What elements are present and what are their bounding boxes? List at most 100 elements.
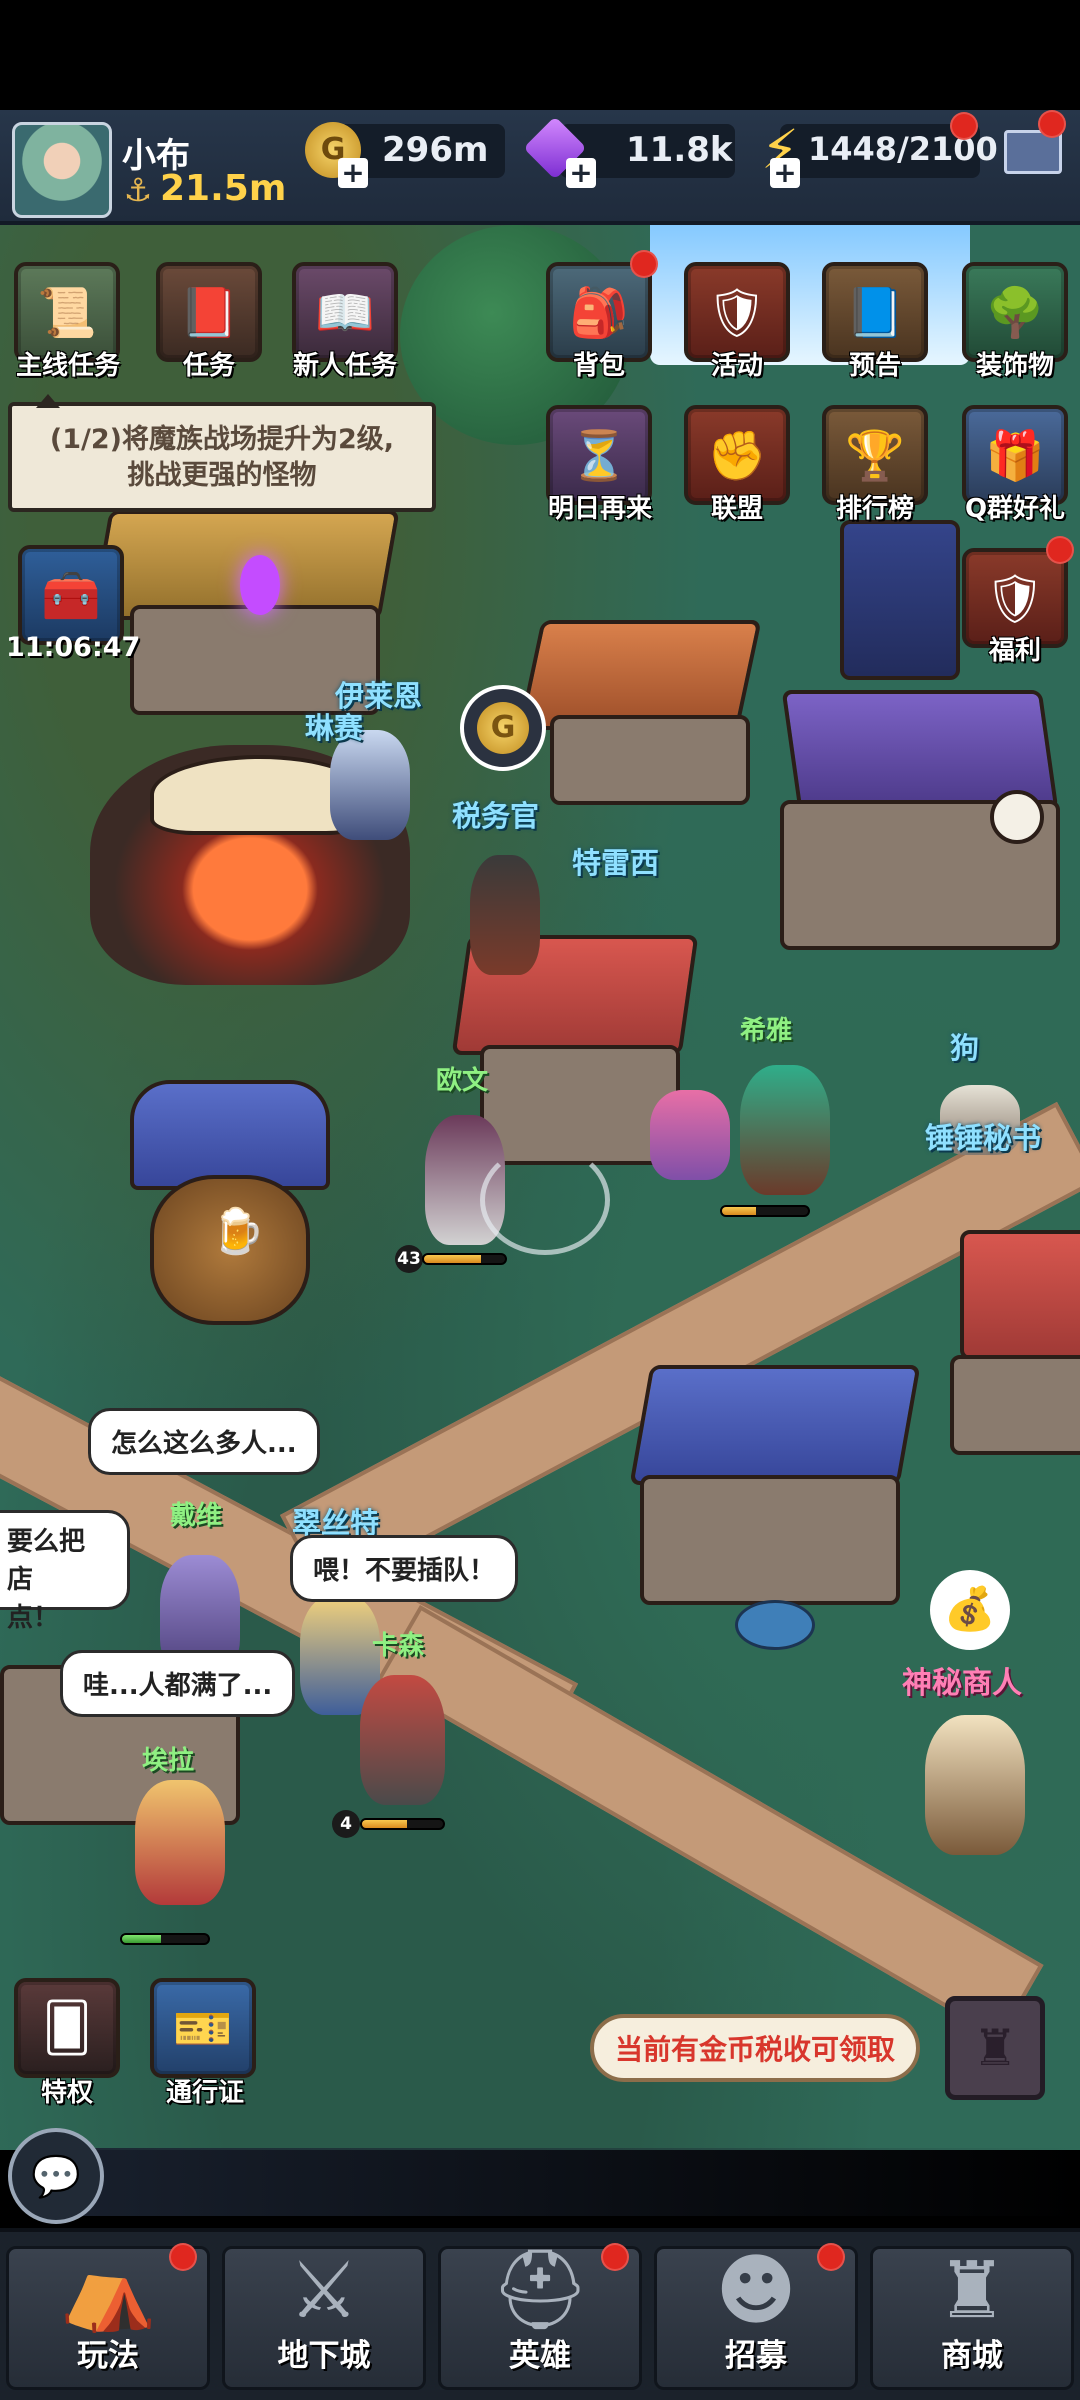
book-icon: 📕 bbox=[179, 284, 239, 341]
privilege-button[interactable]: 🂠 bbox=[14, 1978, 120, 2078]
shield-icon: 🛡 bbox=[984, 570, 1046, 627]
treasure-chest-icon: 🧰 bbox=[41, 567, 101, 624]
npc-xiya[interactable] bbox=[740, 1065, 830, 1195]
nav-label-gameplay: 玩法 bbox=[77, 2338, 139, 2374]
gem-value: 11.8k bbox=[626, 130, 733, 170]
treasure-chest-button[interactable]: 🧰 bbox=[18, 545, 124, 645]
notification-dot bbox=[1046, 536, 1074, 564]
npc-label-dog: 狗 bbox=[950, 1031, 980, 1065]
hp-bar-owen bbox=[422, 1253, 507, 1265]
tower-icon[interactable]: ♜ bbox=[945, 1996, 1045, 2100]
quest-tip-line2: 挑战更强的怪物 bbox=[127, 460, 317, 491]
npc-label-linsai: 琳赛 bbox=[305, 711, 364, 745]
npc-label-ella: 埃拉 bbox=[142, 1746, 195, 1776]
quest-tip[interactable]: (1/2)将魔族战场提升为2级, 挑战更强的怪物 bbox=[8, 394, 436, 512]
npc-merchant[interactable] bbox=[925, 1715, 1025, 1855]
add-gold-button[interactable]: + bbox=[338, 158, 368, 188]
scroll-icon: 📜 bbox=[37, 284, 97, 341]
nav-tab-gameplay[interactable]: ⛺ 玩法 bbox=[6, 2243, 210, 2390]
trophy-icon: 🏆 bbox=[845, 427, 905, 484]
speech-bubble-ella: 哇...人都满了... bbox=[60, 1650, 296, 1717]
building-right[interactable] bbox=[950, 1355, 1080, 1455]
nav-label-recruit: 招募 bbox=[725, 2338, 787, 2374]
main-quest-label: 主线任务 bbox=[15, 351, 120, 381]
helmet-icon: ⛑ bbox=[490, 2245, 590, 2335]
building-inn[interactable] bbox=[640, 1475, 900, 1605]
notification-dot bbox=[630, 250, 658, 278]
building-tax-office[interactable] bbox=[550, 715, 750, 805]
avatar[interactable] bbox=[12, 122, 112, 218]
hp-bar-xiya bbox=[720, 1205, 810, 1217]
gold-coin-icon[interactable]: G bbox=[460, 685, 546, 771]
npc-label-owen: 欧文 bbox=[436, 1066, 489, 1096]
leaderboard-label: 排行榜 bbox=[835, 494, 914, 524]
add-gem-button[interactable]: + bbox=[566, 158, 596, 188]
nav-tab-dungeon[interactable]: ⚔ 地下城 bbox=[222, 2246, 426, 2390]
combat-power: 21.5m bbox=[160, 168, 287, 209]
npc-tracy[interactable] bbox=[470, 855, 540, 975]
notification-dot bbox=[1038, 110, 1066, 138]
events-label: 活动 bbox=[710, 351, 763, 381]
nav-label-dungeon: 地下城 bbox=[277, 2338, 371, 2374]
money-bag-icon[interactable]: 💰 bbox=[930, 1570, 1010, 1650]
npc-label-secretary: 锤锤秘书 bbox=[925, 1121, 1042, 1155]
nav-tab-shop[interactable]: ♜ 商城 bbox=[870, 2246, 1074, 2390]
npc-ella[interactable] bbox=[135, 1780, 225, 1905]
nav-tab-heroes[interactable]: ⛑ 英雄 bbox=[438, 2243, 642, 2390]
speech-bubble-david: 怎么这么多人... bbox=[88, 1408, 320, 1475]
shield-icon: 🛡 bbox=[706, 284, 768, 341]
tasks-label: 任务 bbox=[182, 351, 235, 381]
nav-tab-recruit[interactable]: ☻ 招募 bbox=[654, 2243, 858, 2390]
npc-butterfly[interactable] bbox=[650, 1090, 730, 1180]
hourglass-icon: ⏳ bbox=[569, 427, 629, 484]
npc-label-tax-officer: 税务官 bbox=[452, 799, 540, 833]
decorations-label: 装饰物 bbox=[975, 351, 1054, 381]
notification-dot bbox=[950, 112, 978, 140]
alliance-label: 联盟 bbox=[710, 494, 763, 524]
npc-label-david: 戴维 bbox=[170, 1501, 223, 1531]
crystal-icon bbox=[240, 555, 280, 615]
chat-strip[interactable] bbox=[60, 2148, 1080, 2216]
backpack-icon: 🎒 bbox=[569, 284, 629, 341]
card-icon: 🂠 bbox=[42, 2000, 92, 2056]
chat-icon[interactable]: 💬 bbox=[8, 2128, 104, 2224]
beer-icon: 🍺 bbox=[210, 1206, 265, 1257]
pass-button[interactable]: 🎫 bbox=[150, 1978, 256, 2078]
npc-label-merchant: 神秘商人 bbox=[902, 1666, 1022, 1701]
speech-bubble-left: 要么把店 点！ bbox=[0, 1510, 130, 1633]
tax-notice[interactable]: 当前有金币税收可领取 bbox=[590, 2014, 920, 2082]
come-tomorrow-label: 明日再来 bbox=[547, 494, 652, 524]
badge-icon: 🎫 bbox=[173, 2000, 233, 2057]
notification-dot bbox=[817, 2243, 845, 2271]
pass-label: 通行证 bbox=[165, 2078, 244, 2108]
anchor-icon: ⚓ bbox=[123, 171, 153, 209]
building-tower[interactable] bbox=[840, 520, 960, 680]
nav-label-shop: 商城 bbox=[941, 2338, 1003, 2374]
book-icon: 📘 bbox=[845, 284, 905, 341]
privilege-label: 特权 bbox=[40, 2078, 93, 2108]
book-open-icon: 📖 bbox=[315, 284, 375, 341]
building-roof bbox=[130, 1080, 330, 1190]
quest-tip-line1: (1/2)将魔族战场提升为2级, bbox=[49, 424, 395, 455]
gold-value: 296m bbox=[382, 130, 489, 170]
building-roof bbox=[518, 620, 762, 730]
npc-carson[interactable] bbox=[360, 1675, 445, 1805]
bush-icon: 🌳 bbox=[985, 284, 1045, 341]
npc-label-tracy: 特雷西 bbox=[572, 846, 660, 880]
level-badge-owen: 43 bbox=[395, 1245, 423, 1273]
hp-bar-ella bbox=[120, 1933, 210, 1945]
fountain bbox=[735, 1600, 815, 1650]
notification-dot bbox=[601, 2243, 629, 2271]
fist-icon: ✊ bbox=[707, 427, 767, 484]
status-bar bbox=[0, 0, 1080, 110]
speech-bubble-carson: 喂！不要插队！ bbox=[290, 1535, 519, 1602]
preview-label: 预告 bbox=[848, 351, 901, 381]
hp-bar-carson bbox=[360, 1818, 445, 1830]
nav-label-heroes: 英雄 bbox=[509, 2338, 571, 2374]
gift-icon: 🎁 bbox=[985, 427, 1045, 484]
add-energy-button[interactable]: + bbox=[770, 158, 800, 188]
level-badge-carson: 4 bbox=[332, 1810, 360, 1838]
building-roof bbox=[629, 1365, 921, 1485]
newbie-tasks-label: 新人任务 bbox=[292, 351, 397, 381]
tent-icon: ⛺ bbox=[59, 2245, 157, 2335]
